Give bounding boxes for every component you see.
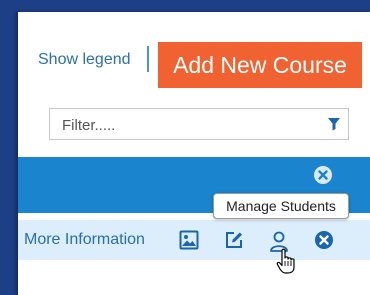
- filter-input[interactable]: [60, 110, 324, 140]
- divider: [147, 46, 149, 72]
- image-icon[interactable]: [179, 230, 199, 255]
- manage-students-tooltip: Manage Students: [213, 193, 349, 219]
- add-new-course-button[interactable]: Add New Course: [158, 42, 362, 88]
- edit-icon[interactable]: [224, 230, 244, 255]
- filter-box: [49, 108, 349, 140]
- more-information-link[interactable]: More Information: [24, 231, 145, 249]
- course-row: More Information: [18, 220, 370, 260]
- filter-funnel-icon[interactable]: [327, 117, 341, 136]
- close-circle-icon[interactable]: [313, 165, 333, 190]
- show-legend-link[interactable]: Show legend: [38, 51, 131, 69]
- remove-circle-icon[interactable]: [314, 230, 334, 255]
- course-panel: Show legend Add New Course More Informat…: [18, 12, 370, 295]
- hand-cursor-icon: [276, 247, 298, 280]
